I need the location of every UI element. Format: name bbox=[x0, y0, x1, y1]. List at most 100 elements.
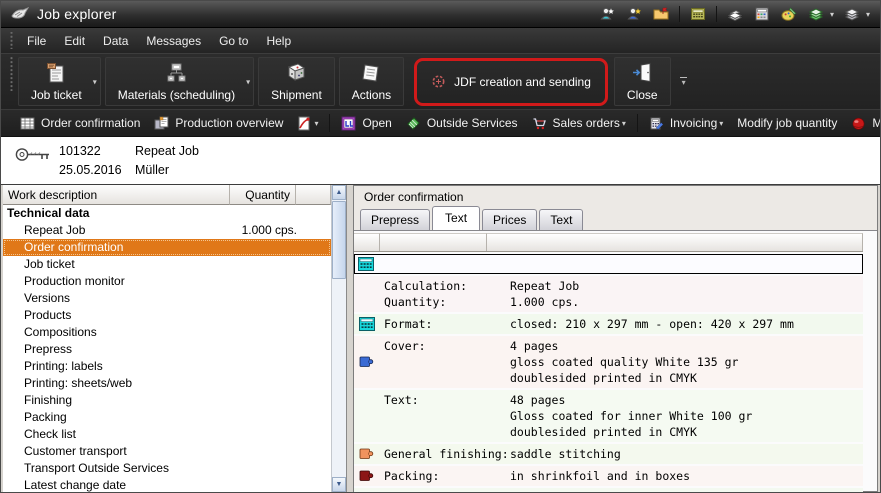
column-header-quantity[interactable]: Quantity bbox=[230, 185, 296, 205]
tab-prepress[interactable]: Prepress bbox=[360, 209, 430, 230]
tab-text-2[interactable]: Text bbox=[539, 209, 583, 230]
invoicing-button[interactable]: Invoicing ▾ bbox=[642, 113, 730, 134]
tree-item-job-ticket[interactable]: Job ticket bbox=[3, 256, 331, 273]
tree-item-printing-labels[interactable]: Printing: labels bbox=[3, 358, 331, 375]
contact-star-icon[interactable] bbox=[625, 5, 643, 23]
chevron-down-icon[interactable]: ▾ bbox=[93, 77, 97, 86]
jdf-creation-button[interactable]: JDF creation and sending bbox=[421, 70, 601, 93]
report-value: saddle stitching bbox=[510, 446, 621, 462]
report-value: doublesided printed in CMYK bbox=[510, 424, 697, 440]
jdf-label: JDF creation and sending bbox=[454, 75, 591, 89]
shipment-label: Shipment bbox=[271, 88, 322, 102]
report-header-cell[interactable] bbox=[487, 233, 863, 251]
report-header-cell[interactable] bbox=[380, 233, 487, 251]
tab-prices[interactable]: Prices bbox=[482, 209, 537, 230]
report-row-packing: Packing: in shrinkfoil and in boxes bbox=[354, 466, 863, 486]
catalog-icon[interactable] bbox=[726, 5, 744, 23]
tree-item-label: Printing: sheets/web bbox=[24, 376, 132, 390]
tree-item-label: Printing: labels bbox=[24, 359, 103, 373]
shipment-button[interactable]: Shipment bbox=[258, 57, 335, 106]
left-panel-scrollbar[interactable]: ▲ ▼ bbox=[331, 185, 346, 492]
chevron-down-icon[interactable]: ▾ bbox=[246, 77, 250, 86]
order-confirmation-button[interactable]: Order confirmation bbox=[13, 113, 147, 134]
tree-item-printing-sheets-web[interactable]: Printing: sheets/web bbox=[3, 375, 331, 392]
tree-item-check-list[interactable]: Check list bbox=[3, 426, 331, 443]
toolbar-grip[interactable] bbox=[9, 57, 14, 91]
new-contact-icon[interactable] bbox=[598, 5, 616, 23]
report-label: General finishing: bbox=[384, 446, 510, 462]
column-header-empty[interactable] bbox=[296, 185, 331, 205]
calculator-icon[interactable] bbox=[689, 5, 707, 23]
jobs-stack-icon[interactable] bbox=[843, 5, 861, 23]
menu-goto[interactable]: Go to bbox=[210, 30, 257, 52]
report-row-transport: Transport: 1 shipment, 1 address in Our … bbox=[354, 488, 863, 493]
column-header-work-description[interactable]: Work description bbox=[3, 185, 230, 205]
actions-button[interactable]: Actions bbox=[339, 57, 404, 106]
table-grid-icon bbox=[20, 116, 35, 131]
scroll-up-arrow[interactable]: ▲ bbox=[332, 185, 346, 200]
palette-icon[interactable] bbox=[780, 5, 798, 23]
toolbar-grip[interactable] bbox=[9, 32, 14, 50]
tree-item-versions[interactable]: Versions bbox=[3, 290, 331, 307]
menu-messages[interactable]: Messages bbox=[137, 30, 210, 52]
chevron-down-icon[interactable]: ▾ bbox=[866, 10, 870, 19]
production-overview-button[interactable]: Production overview bbox=[147, 113, 290, 134]
menu-file[interactable]: File bbox=[18, 30, 55, 52]
sales-orders-button[interactable]: Sales orders ▾ bbox=[525, 113, 633, 134]
outside-services-button[interactable]: Outside Services bbox=[399, 113, 525, 134]
left-panel-header: Work description Quantity bbox=[3, 185, 331, 205]
chevron-down-icon[interactable]: ▾ bbox=[719, 119, 723, 128]
chevron-down-icon[interactable]: ▾ bbox=[830, 10, 834, 19]
job-ticket-button[interactable]: Job ticket ▾ bbox=[18, 57, 101, 106]
open-button[interactable]: Open bbox=[334, 113, 398, 134]
tree-item-label: Packing bbox=[24, 410, 67, 424]
modify-job-quantity-button[interactable]: Modify job quantity bbox=[730, 113, 844, 133]
menu-edit[interactable]: Edit bbox=[55, 30, 94, 52]
chevron-down-icon[interactable]: ▾ bbox=[314, 119, 318, 128]
tree-item-order-confirmation[interactable]: Order confirmation bbox=[3, 239, 331, 256]
report-rows: Calculation: Repeat Job Quantity: 1.000 … bbox=[354, 276, 863, 493]
job-customer: Müller bbox=[135, 163, 169, 177]
tab-text[interactable]: Text bbox=[432, 206, 480, 230]
tree-group-technical-data[interactable]: Technical data bbox=[3, 205, 331, 222]
outside-services-label: Outside Services bbox=[427, 116, 518, 130]
scrollbar-thumb[interactable] bbox=[332, 201, 346, 279]
tree-item-customer-transport[interactable]: Customer transport bbox=[3, 443, 331, 460]
materials-scheduling-button[interactable]: Materials (scheduling) ▾ bbox=[105, 57, 254, 106]
report-row-text: Text: 48 pages Gloss coated for inner Wh… bbox=[354, 390, 863, 442]
status-ball-icon bbox=[851, 116, 866, 131]
job-ticket-icon bbox=[44, 61, 68, 85]
pdf-export-button[interactable]: ▾ bbox=[290, 113, 325, 134]
tree-item-compositions[interactable]: Compositions bbox=[3, 324, 331, 341]
report-value: Repeat Job bbox=[510, 278, 579, 294]
tree-item-transport-outside-services[interactable]: Transport Outside Services bbox=[3, 460, 331, 477]
window-title: Job explorer bbox=[37, 6, 116, 22]
calculator-icon bbox=[359, 317, 379, 331]
tree-item-products[interactable]: Products bbox=[3, 307, 331, 324]
materials-stack-icon[interactable] bbox=[807, 5, 825, 23]
toolbar-overflow-button[interactable]: ▾ bbox=[677, 77, 691, 86]
report-header-cell[interactable] bbox=[354, 233, 380, 251]
report-value: gloss coated quality White 135 gr bbox=[510, 354, 738, 370]
chevron-down-icon[interactable]: ▾ bbox=[622, 119, 626, 128]
menu-data[interactable]: Data bbox=[94, 30, 137, 52]
scroll-down-arrow[interactable]: ▼ bbox=[332, 477, 346, 492]
tree-item-repeat-job[interactable]: Repeat Job 1.000 cps. bbox=[3, 222, 331, 239]
invoice-calculator-icon[interactable] bbox=[753, 5, 771, 23]
tasks-folder-icon[interactable] bbox=[652, 5, 670, 23]
outside-services-icon bbox=[406, 116, 421, 131]
tree-item-latest-change-date[interactable]: Latest change date bbox=[3, 477, 331, 492]
selected-report-row[interactable] bbox=[354, 254, 863, 274]
modify-status-button[interactable]: Modify status bbox=[844, 113, 881, 134]
tree-item-production-monitor[interactable]: Production monitor bbox=[3, 273, 331, 290]
tree-item-label: Production monitor bbox=[24, 274, 125, 288]
tree-item-finishing[interactable]: Finishing bbox=[3, 392, 331, 409]
tree-item-prepress[interactable]: Prepress bbox=[3, 341, 331, 358]
tree-item-packing[interactable]: Packing bbox=[3, 409, 331, 426]
tree-item-label: Prepress bbox=[24, 342, 72, 356]
report-value: 4 pages bbox=[510, 338, 558, 354]
report-row-cover: Cover: 4 pages gloss coated quality Whit… bbox=[354, 336, 863, 388]
close-button[interactable]: Close bbox=[614, 57, 671, 106]
menu-help[interactable]: Help bbox=[257, 30, 300, 52]
report-value: 1.000 cps. bbox=[510, 294, 579, 310]
